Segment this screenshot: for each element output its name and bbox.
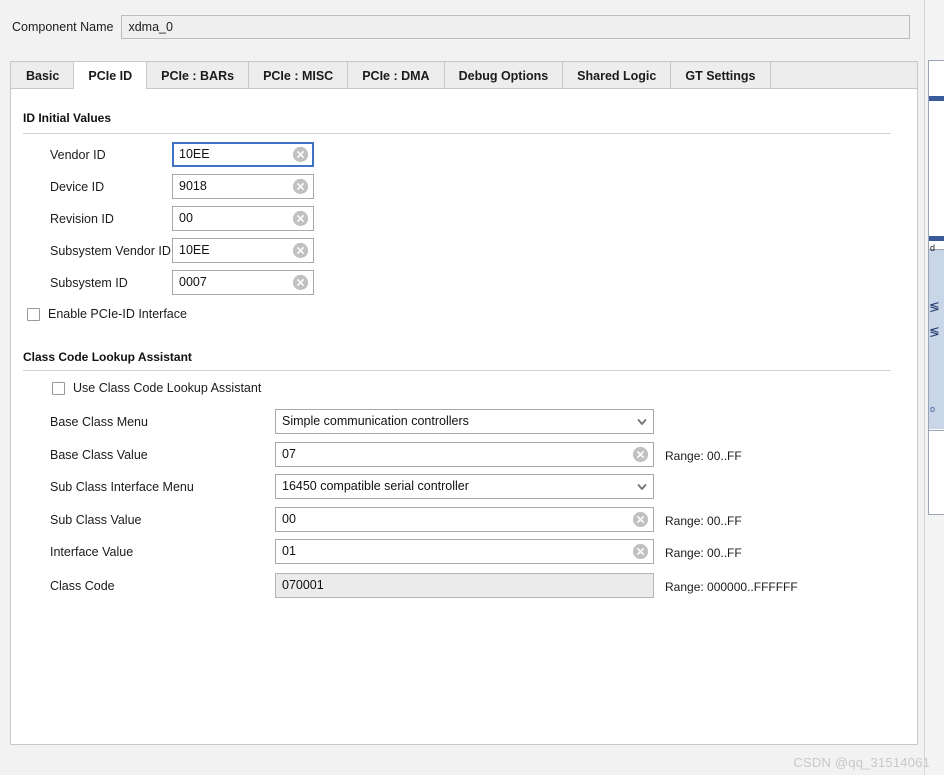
revision-id-label: Revision ID (50, 212, 114, 226)
base-class-menu-dropdown[interactable]: Simple communication controllers (275, 409, 654, 434)
clear-icon[interactable] (293, 275, 308, 290)
sub-class-value-label: Sub Class Value (50, 513, 142, 527)
background-window-titlebar-mid (929, 236, 944, 241)
sub-class-value-input[interactable]: 00 (275, 507, 654, 532)
background-window-edge-text-2: o (930, 404, 936, 414)
clear-icon[interactable] (633, 447, 648, 462)
enable-pcie-id-interface-label: Enable PCIe-ID Interface (48, 307, 187, 321)
pcie-id-tab-panel: ID Initial Values Vendor ID 10EE Device ID… (10, 88, 918, 745)
tab-basic[interactable]: Basic (11, 62, 75, 89)
interface-value-input[interactable]: 01 (275, 539, 654, 564)
device-id-label: Device ID (50, 180, 105, 194)
component-name-row: Component Name xdma_0 (0, 14, 924, 40)
background-window-edge-text-1: d (930, 243, 936, 253)
interface-value-range: Range: 00..FF (665, 546, 742, 560)
clear-icon[interactable] (293, 243, 308, 258)
tab-gt-settings[interactable]: GT Settings (671, 62, 771, 89)
tab-shared-logic[interactable]: Shared Logic (563, 62, 672, 89)
tab-bar-filler (770, 62, 917, 89)
clear-icon[interactable] (293, 179, 308, 194)
sub-class-interface-menu-dropdown[interactable]: 16450 compatible serial controller (275, 474, 654, 499)
background-window-block-icon-1: ≶ (929, 300, 940, 314)
tab-pcie-id[interactable]: PCIe ID (73, 62, 148, 90)
background-window-block-icon-2: ≶ (929, 325, 940, 339)
class-code-label: Class Code (50, 579, 115, 593)
section-title-class-code-lookup-assistant: Class Code Lookup Assistant (23, 350, 192, 364)
base-class-value-input[interactable]: 07 (275, 442, 654, 467)
enable-pcie-id-interface-checkbox[interactable]: Enable PCIe-ID Interface (27, 307, 187, 321)
tab-bar: Basic PCIe ID PCIe : BARs PCIe : MISC PCIe :… (10, 61, 918, 90)
subsystem-id-label: Subsystem ID (50, 276, 128, 290)
vendor-id-label: Vendor ID (50, 148, 106, 162)
sub-class-interface-menu-label: Sub Class Interface Menu (50, 480, 194, 494)
class-code-value: 070001 (275, 573, 654, 598)
tab-pcie-dma[interactable]: PCIe : DMA (348, 62, 445, 89)
base-class-menu-label: Base Class Menu (50, 415, 148, 429)
tab-debug-options[interactable]: Debug Options (444, 62, 564, 89)
chevron-down-icon[interactable] (635, 415, 649, 429)
use-class-code-lookup-assistant-checkbox[interactable]: Use Class Code Lookup Assistant (52, 381, 261, 395)
background-window-strip: d ≶ ≶ o (924, 0, 944, 775)
component-name-input[interactable]: xdma_0 (121, 15, 910, 39)
background-window-panel (929, 249, 944, 429)
sub-class-value-range: Range: 00..FF (665, 514, 742, 528)
clear-icon[interactable] (633, 544, 648, 559)
clear-icon[interactable] (293, 147, 308, 162)
component-name-label: Component Name (12, 20, 114, 34)
background-window-titlebar-top (929, 96, 944, 101)
tab-pcie-bars[interactable]: PCIe : BARs (147, 62, 250, 89)
section-rule-id-initial-values (23, 133, 891, 134)
enable-pcie-id-interface-box[interactable] (27, 307, 40, 321)
section-rule-class-code-lookup-assistant (23, 370, 891, 371)
chevron-down-icon[interactable] (635, 480, 649, 494)
base-class-value-label: Base Class Value (50, 448, 148, 462)
subsystem-vendor-id-label: Subsystem Vendor ID (50, 244, 171, 258)
base-class-value-range: Range: 00..FF (665, 449, 742, 463)
use-class-code-lookup-assistant-box[interactable] (52, 381, 65, 395)
class-code-range: Range: 000000..FFFFFF (665, 580, 798, 594)
clear-icon[interactable] (293, 211, 308, 226)
background-window-divider (929, 430, 944, 431)
watermark: CSDN @qq_31514061 (793, 755, 930, 770)
section-title-id-initial-values: ID Initial Values (23, 111, 112, 125)
interface-value-label: Interface Value (50, 545, 134, 559)
tab-pcie-misc[interactable]: PCIe : MISC (249, 62, 349, 89)
use-class-code-lookup-assistant-label: Use Class Code Lookup Assistant (73, 381, 262, 395)
clear-icon[interactable] (633, 512, 648, 527)
xdma-customize-ip-dialog: d ≶ ≶ o Component Name xdma_0 Basic PCIe … (0, 0, 944, 775)
